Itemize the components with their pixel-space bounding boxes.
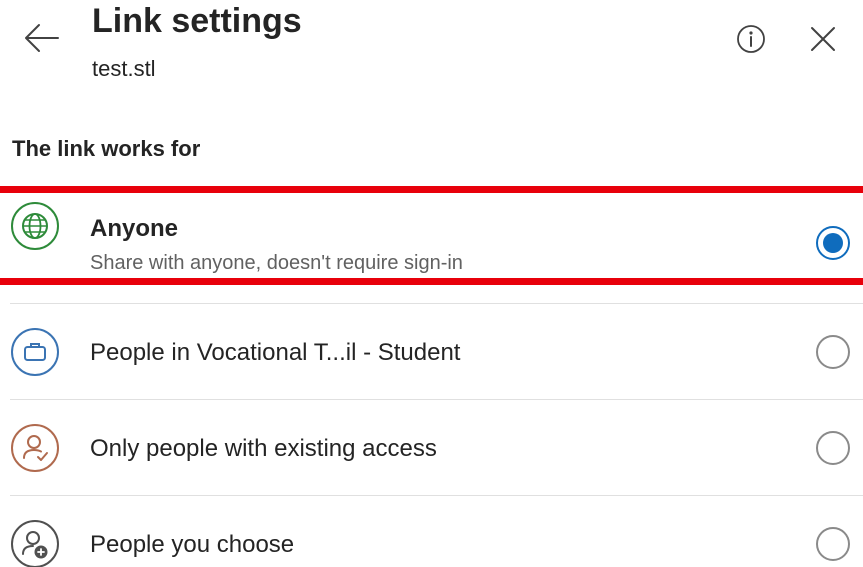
person-add-icon — [10, 519, 60, 567]
option-anyone[interactable]: Anyone Share with anyone, doesn't requir… — [0, 193, 863, 278]
file-name: test.stl — [92, 56, 156, 81]
option-people-in-org[interactable]: People in Vocational T...il - Student — [0, 304, 863, 399]
option-existing-access[interactable]: Only people with existing access — [0, 400, 863, 495]
info-icon — [737, 25, 765, 53]
highlight-border-top — [0, 186, 863, 193]
close-icon — [811, 27, 835, 51]
back-button[interactable] — [22, 20, 62, 56]
radio-people-you-choose[interactable] — [816, 527, 850, 561]
globe-icon — [10, 201, 60, 251]
option-people-you-choose[interactable]: People you choose — [0, 496, 863, 567]
person-check-icon — [10, 423, 60, 473]
option-people-in-org-label: People in Vocational T...il - Student — [90, 339, 461, 366]
option-existing-access-label: Only people with existing access — [90, 435, 437, 462]
option-anyone-label: Anyone — [90, 215, 179, 242]
close-button[interactable] — [806, 22, 840, 56]
radio-existing-access[interactable] — [816, 431, 850, 465]
radio-anyone[interactable] — [816, 226, 850, 260]
option-anyone-description: Share with anyone, doesn't require sign-… — [90, 252, 463, 274]
arrow-left-icon — [25, 24, 59, 52]
page-title: Link settings — [92, 2, 302, 40]
radio-people-in-org[interactable] — [816, 335, 850, 369]
briefcase-icon — [10, 327, 60, 377]
link-settings-panel: Link settings test.stl The link works fo… — [0, 0, 863, 567]
option-people-you-choose-label: People you choose — [90, 531, 295, 558]
section-label: The link works for — [12, 136, 201, 161]
highlight-border-bottom — [0, 278, 863, 285]
info-button[interactable] — [734, 22, 768, 56]
